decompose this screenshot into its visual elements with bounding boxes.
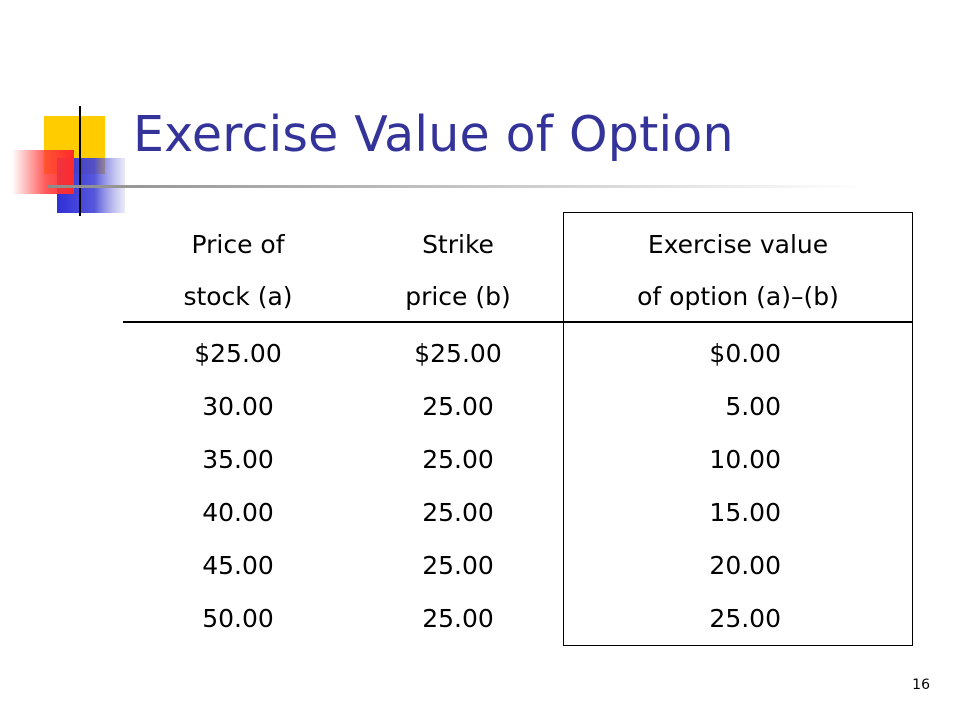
table-cell-exercise-value: 15.00	[709, 498, 781, 527]
table-cell-strike-price: 25.00	[422, 604, 494, 633]
column3-top-border	[563, 212, 913, 213]
header-strike-price-line1: Strike	[422, 230, 494, 259]
table-cell-strike-price: $25.00	[414, 339, 502, 368]
table-cell-strike-price: 25.00	[422, 445, 494, 474]
table-cell-exercise-value: 10.00	[709, 445, 781, 474]
column3-bottom-border	[563, 645, 913, 646]
table-cell-stock-price: 35.00	[202, 445, 274, 474]
table-cell-strike-price: 25.00	[422, 551, 494, 580]
column3-right-border	[912, 212, 913, 646]
header-exercise-value-line2: of option (a)–(b)	[637, 282, 839, 311]
table-cell-strike-price: 25.00	[422, 392, 494, 421]
table-cell-exercise-value: 25.00	[709, 604, 781, 633]
table-cell-stock-price: 50.00	[202, 604, 274, 633]
deco-vertical-line	[79, 106, 81, 216]
table-cell-exercise-value: $0.00	[709, 339, 781, 368]
exercise-value-table: Price of stock (a) Strike price (b) Exer…	[123, 212, 913, 646]
header-stock-price-line1: Price of	[191, 230, 285, 259]
header-strike-price-line2: price (b)	[405, 282, 511, 311]
header-exercise-value-line1: Exercise value	[647, 230, 829, 259]
title-underline	[48, 185, 863, 188]
header-stock-price-line2: stock (a)	[183, 282, 293, 311]
table-cell-stock-price: $25.00	[194, 339, 282, 368]
table-cell-exercise-value: 5.00	[725, 392, 781, 421]
table-cell-stock-price: 30.00	[202, 392, 274, 421]
column3-left-border	[563, 212, 564, 646]
slide-title: Exercise Value of Option	[133, 106, 734, 163]
page-number: 16	[912, 677, 930, 693]
table-cell-exercise-value: 20.00	[709, 551, 781, 580]
table-cell-stock-price: 45.00	[202, 551, 274, 580]
decorative-corner-graphic	[12, 106, 140, 216]
header-bottom-border	[123, 321, 913, 323]
table-cell-stock-price: 40.00	[202, 498, 274, 527]
table-cell-strike-price: 25.00	[422, 498, 494, 527]
